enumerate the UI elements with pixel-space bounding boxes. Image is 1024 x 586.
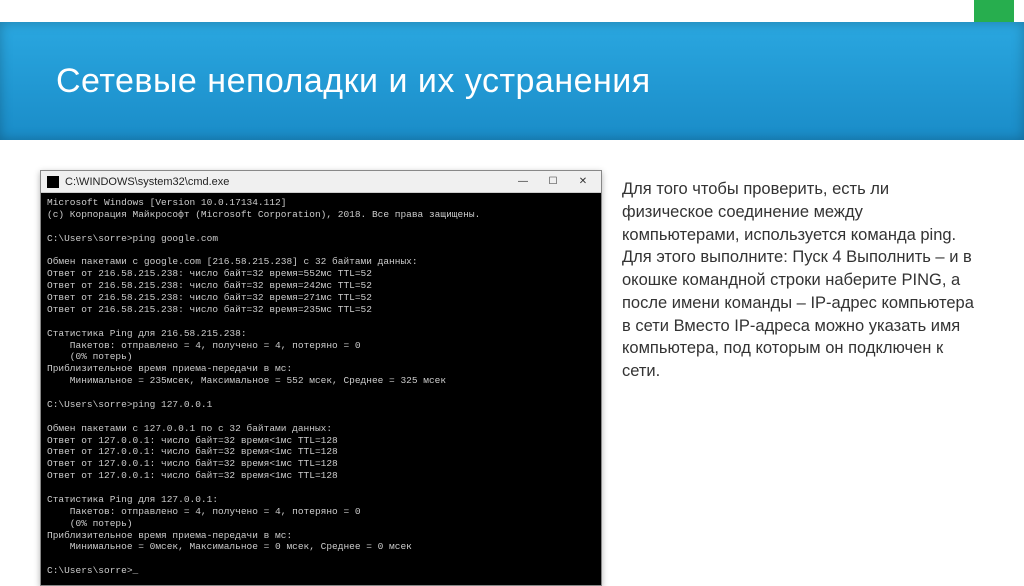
maximize-button[interactable]: ☐ (539, 174, 567, 190)
minimize-button[interactable]: — (509, 174, 537, 190)
content-area: C:\WINDOWS\system32\cmd.exe — ☐ ✕ Micros… (40, 170, 984, 562)
description-text: Для того чтобы проверить, есть ли физиче… (622, 178, 984, 383)
cmd-icon (47, 176, 59, 188)
slide: Сетевые неполадки и их устранения C:\WIN… (0, 0, 1024, 574)
description-column: Для того чтобы проверить, есть ли физиче… (622, 170, 984, 562)
cmd-titlebar: C:\WINDOWS\system32\cmd.exe — ☐ ✕ (41, 171, 601, 193)
window-buttons: — ☐ ✕ (509, 174, 597, 190)
slide-title: Сетевые неполадки и их устранения (56, 62, 651, 101)
cmd-title-text: C:\WINDOWS\system32\cmd.exe (65, 176, 229, 188)
screenshot-column: C:\WINDOWS\system32\cmd.exe — ☐ ✕ Micros… (40, 170, 602, 562)
cmd-output: Microsoft Windows [Version 10.0.17134.11… (41, 193, 601, 585)
title-banner: Сетевые неполадки и их устранения (0, 22, 1024, 140)
close-button[interactable]: ✕ (569, 174, 597, 190)
cmd-title-left: C:\WINDOWS\system32\cmd.exe (47, 176, 229, 188)
cmd-window: C:\WINDOWS\system32\cmd.exe — ☐ ✕ Micros… (40, 170, 602, 586)
